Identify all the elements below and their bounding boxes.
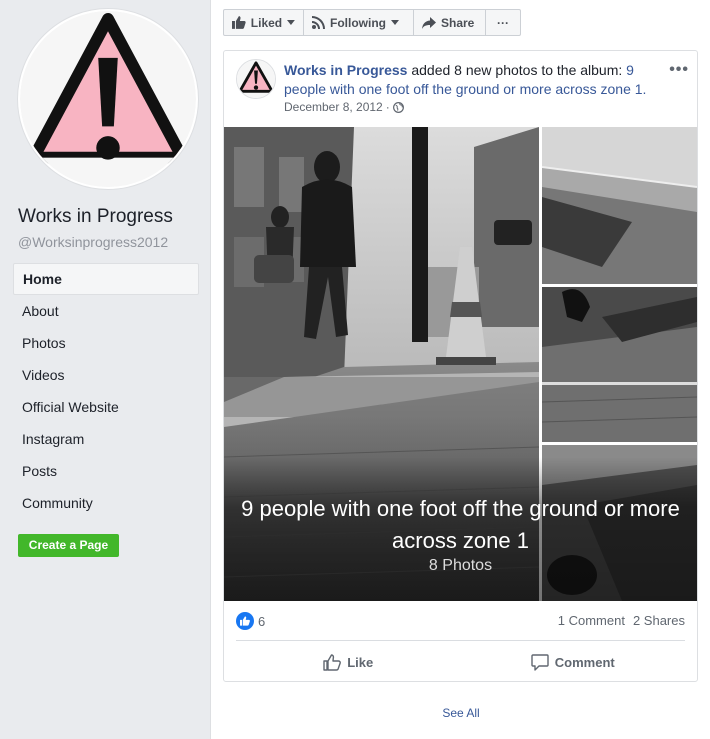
like-reaction-icon	[236, 612, 254, 630]
post-date[interactable]: December 8, 2012	[284, 100, 383, 114]
comment-button-label: Comment	[554, 654, 615, 670]
divider	[236, 640, 685, 641]
post-page-name-link[interactable]: Works in Progress	[284, 62, 407, 78]
see-all-link[interactable]: See All	[211, 706, 710, 720]
warning-sign-icon	[237, 60, 275, 98]
comment-count-link[interactable]: 1 Comment	[558, 613, 625, 628]
share-count-link[interactable]: 2 Shares	[633, 613, 685, 628]
album-photo-3[interactable]	[542, 287, 697, 442]
album-photo-count: 8 Photos	[428, 557, 493, 574]
post-action-text: added 8 new photos to the album:	[407, 62, 627, 78]
create-page-button[interactable]: Create a Page	[18, 534, 119, 557]
post-timestamp: December 8, 2012 ·	[284, 100, 404, 114]
post-options-icon[interactable]: •••	[669, 61, 689, 79]
globe-icon	[392, 101, 404, 113]
like-button-label: Like	[347, 654, 374, 670]
share-button[interactable]: Share	[414, 10, 486, 35]
album-title[interactable]: 9 people with one foot off the ground or…	[234, 493, 687, 557]
nav-item-official-website[interactable]: Official Website	[13, 391, 199, 423]
page-nav: Home About Photos Videos Official Websit…	[13, 263, 199, 519]
album-photo-grid[interactable]: 9 people with one foot off the ground or…	[224, 127, 697, 601]
nav-item-community[interactable]: Community	[13, 487, 199, 519]
chevron-down-icon	[391, 20, 399, 25]
thumbs-up-outline-icon	[323, 653, 342, 671]
nav-item-instagram[interactable]: Instagram	[13, 423, 199, 455]
nav-item-videos[interactable]: Videos	[13, 359, 199, 391]
page-profile-picture[interactable]	[18, 9, 198, 189]
post-actions: Like Comment	[236, 647, 685, 677]
page-action-toolbar: Liked Following Share ···	[223, 9, 521, 36]
nav-item-posts[interactable]: Posts	[13, 455, 199, 487]
comment-button[interactable]: Comment	[461, 647, 686, 677]
shoe-shadow-photo	[542, 287, 697, 442]
left-column: Works in Progress @Worksinprogress2012 H…	[0, 0, 210, 739]
rss-feed-icon	[312, 16, 325, 29]
liked-button[interactable]: Liked	[224, 10, 304, 35]
page-name[interactable]: Works in Progress	[18, 206, 173, 228]
share-label: Share	[441, 15, 475, 30]
following-button[interactable]: Following	[304, 10, 414, 35]
right-column: Liked Following Share ··· Works in Progr…	[210, 0, 710, 739]
nav-item-photos[interactable]: Photos	[13, 327, 199, 359]
liked-label: Liked	[250, 15, 283, 30]
post-avatar[interactable]	[236, 59, 276, 99]
post-header: Works in Progress added 8 new photos to …	[284, 61, 669, 99]
album-photo-2[interactable]	[542, 127, 697, 284]
date-separator: ·	[385, 100, 390, 114]
comment-bubble-icon	[531, 653, 549, 671]
nav-item-home[interactable]: Home	[13, 263, 199, 295]
page-handle[interactable]: @Worksinprogress2012	[18, 234, 168, 250]
chevron-down-icon	[287, 20, 295, 25]
like-count: 6	[258, 613, 266, 629]
reaction-summary[interactable]: 6	[236, 611, 265, 631]
pavement-shadow-photo	[542, 127, 697, 284]
thumbs-up-icon	[232, 16, 246, 29]
like-button[interactable]: Like	[236, 647, 461, 677]
album-post: Works in Progress added 8 new photos to …	[223, 50, 698, 682]
share-arrow-icon	[422, 16, 436, 29]
post-stats: 1 Comment 2 Shares	[558, 613, 685, 628]
more-options-button[interactable]: ···	[486, 10, 520, 35]
following-label: Following	[330, 15, 386, 30]
nav-item-about[interactable]: About	[13, 295, 199, 327]
warning-sign-icon	[20, 11, 196, 187]
